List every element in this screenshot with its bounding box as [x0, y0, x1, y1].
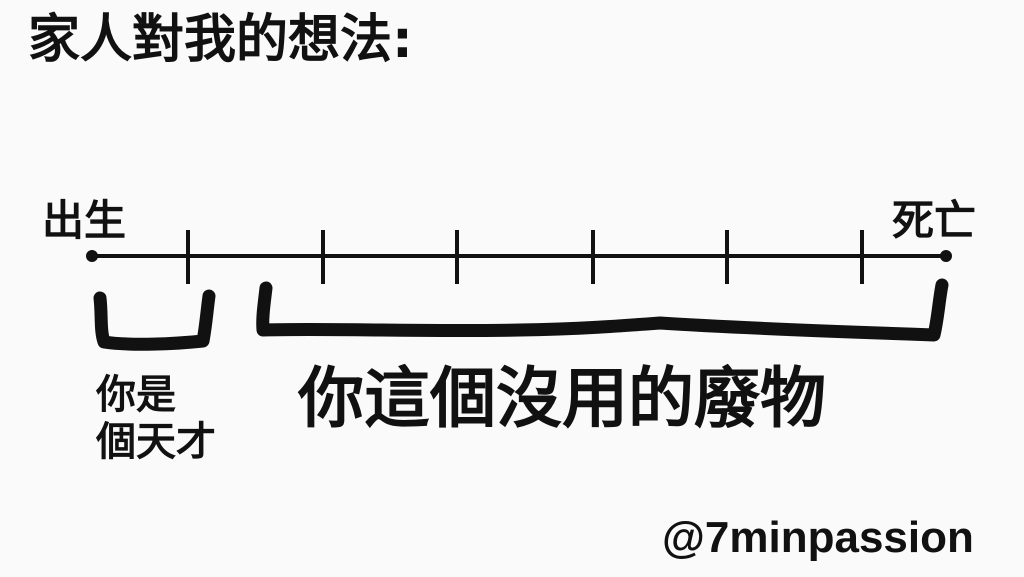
genius-label: 你是 個天才 — [96, 372, 236, 466]
genius-label-line2: 個天才 — [96, 419, 216, 466]
genius-label-line1: 你是 — [96, 372, 176, 418]
watermark-handle: @7minpassion — [662, 513, 974, 562]
timeline-diagram — [86, 230, 952, 351]
timeline-end-dot — [940, 250, 952, 262]
early-bracket — [93, 289, 216, 351]
timeline-start-dot — [86, 250, 98, 262]
useless-label: 你這個沒用的廢物 — [298, 360, 826, 437]
rest-of-life-bracket — [256, 278, 949, 342]
